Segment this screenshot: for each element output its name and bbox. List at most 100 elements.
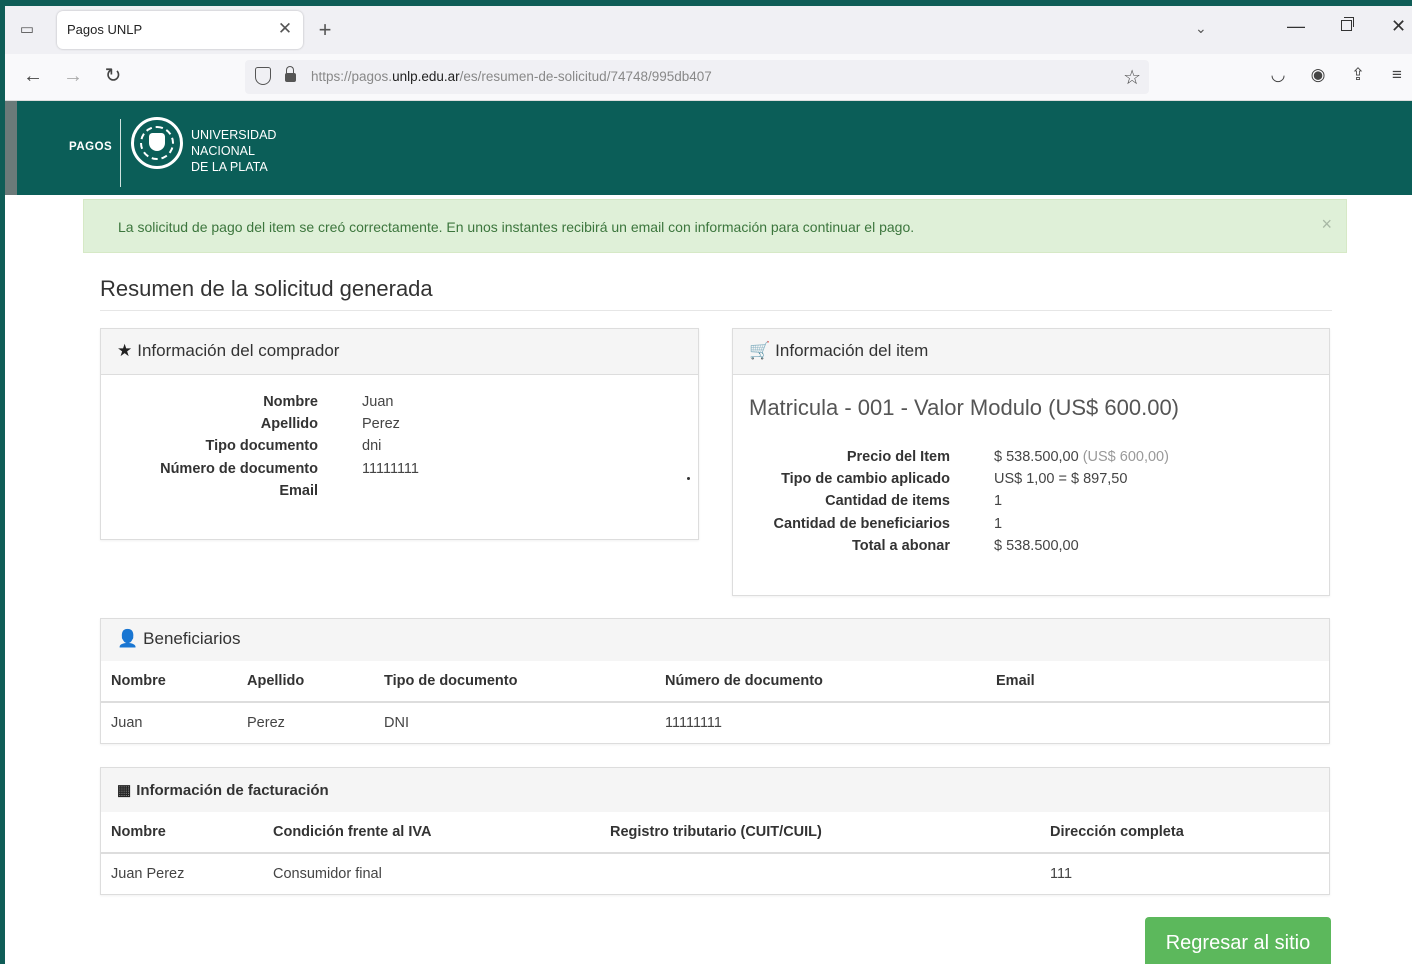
title-divider <box>100 310 1332 311</box>
buyer-fields: Nombre Juan Apellido Perez Tipo documento d… <box>101 391 700 502</box>
item-value: $ 538.500,00 <box>994 449 1079 465</box>
item-row: Cantidad de beneficiarios 1 <box>733 513 1331 535</box>
item-value: $ 538.500,00 <box>994 537 1079 554</box>
column-header: Nombre <box>101 812 263 854</box>
alert-message: La solicitud de pago del item se creó co… <box>118 219 915 235</box>
item-value-extra: (US$ 600,00) <box>1082 449 1169 465</box>
table-cell: Juan Perez <box>111 866 185 882</box>
table-row: Juan Perez DNI 11111111 <box>101 702 1329 743</box>
column-header: Número de documento <box>655 661 986 703</box>
buyer-row: Nombre Juan <box>101 391 700 413</box>
university-name[interactable]: UNIVERSIDAD NACIONAL DE LA PLATA <box>191 127 276 175</box>
item-row: Total a abonar $ 538.500,00 <box>733 535 1331 557</box>
item-panel-header: 🛒 Información del item <box>733 329 1329 375</box>
beneficiaries-panel-header: 👤 Beneficiarios <box>101 619 1329 661</box>
browser-window: ▭ Pagos UNLP ✕ + ⌄ — ✕ ← → ↻ https://pag… <box>5 6 1412 964</box>
menu-icon[interactable]: ≡ <box>1386 65 1408 85</box>
buyer-panel: ★ Información del comprador Nombre Juan Ap… <box>100 328 699 540</box>
buyer-label: Email <box>279 482 318 499</box>
buyer-panel-title: ★ Información del comprador <box>117 341 339 361</box>
table-header-row: Nombre Apellido Tipo de documento Número… <box>101 661 1329 703</box>
buyer-title-text: Información del comprador <box>137 341 340 360</box>
browser-tab[interactable]: Pagos UNLP ✕ <box>57 11 303 49</box>
beneficiaries-table: Nombre Apellido Tipo de documento Número… <box>101 661 1329 743</box>
item-label: Total a abonar <box>851 537 950 554</box>
table-cell: 111 <box>1050 866 1073 882</box>
table-cell: Juan <box>111 715 143 731</box>
success-alert: La solicitud de pago del item se creó co… <box>83 199 1347 253</box>
cart-icon: 🛒 <box>749 341 771 360</box>
restore-button[interactable] <box>1341 17 1354 31</box>
item-panel: 🛒 Información del item Matricula - 001 - … <box>732 328 1330 596</box>
pagos-brand[interactable]: PAGOS <box>69 141 112 153</box>
bookmark-star-icon[interactable]: ☆ <box>1123 65 1141 90</box>
billing-table: Nombre Condición frente al IVA Registro … <box>101 812 1329 894</box>
table-cell <box>600 853 1040 894</box>
minimize-button[interactable]: — <box>1287 16 1305 37</box>
header-edge <box>5 101 17 195</box>
item-fields: Precio del Item $ 538.500,00 (US$ 600,00)… <box>733 446 1331 557</box>
tab-close-icon[interactable]: ✕ <box>275 19 295 39</box>
university-line-3: DE LA PLATA <box>191 160 268 174</box>
university-line-1: UNIVERSIDAD <box>191 128 277 142</box>
navigation-bar: ← → ↻ https://pagos.unlp.edu.ar/es/resum… <box>5 54 1412 101</box>
account-icon[interactable]: ◉ <box>1307 65 1329 85</box>
buyer-row: Número de documento 11111111 <box>101 458 700 480</box>
buyer-row: Apellido Perez <box>101 413 700 435</box>
buyer-value: dni <box>362 438 382 455</box>
item-name: Matricula - 001 - Valor Modulo (US$ 600.… <box>749 395 1180 420</box>
alert-close-icon[interactable]: × <box>1321 214 1332 235</box>
university-seal-logo[interactable] <box>131 117 183 169</box>
column-header: Dirección completa <box>1040 812 1329 854</box>
return-to-site-button[interactable]: Regresar al sitio <box>1145 917 1331 964</box>
column-header: Apellido <box>237 661 374 703</box>
tab-list-icon[interactable]: ▭ <box>17 20 37 40</box>
item-value: 1 <box>994 515 1003 532</box>
url-prefix: https://pagos. <box>311 69 393 84</box>
item-label: Tipo de cambio aplicado <box>781 471 950 488</box>
site-header: PAGOS UNIVERSIDAD NACIONAL DE LA PLATA <box>5 101 1412 195</box>
item-row: Tipo de cambio aplicado US$ 1,00 = $ 897,… <box>733 468 1331 490</box>
forward-arrow-icon[interactable]: → <box>61 64 85 88</box>
pocket-icon[interactable]: ◡ <box>1267 65 1289 85</box>
beneficiaries-title-text: Beneficiarios <box>143 629 241 648</box>
table-cell <box>986 702 1329 743</box>
buyer-value: 11111111 <box>362 460 419 477</box>
extensions-icon[interactable]: ⇪ <box>1347 65 1369 85</box>
user-icon: 👤 <box>117 629 139 648</box>
reload-icon[interactable]: ↻ <box>101 64 125 88</box>
billing-panel-title: ▦ Información de facturación <box>117 781 329 799</box>
chevron-down-icon[interactable]: ⌄ <box>1195 20 1207 37</box>
close-window-button[interactable]: ✕ <box>1391 16 1406 37</box>
column-header: Nombre <box>101 661 237 703</box>
table-cell: Perez <box>247 715 285 731</box>
shield-icon[interactable] <box>255 67 271 85</box>
buyer-value: Juan <box>362 394 394 410</box>
item-row: Precio del Item $ 538.500,00 (US$ 600,00) <box>733 446 1331 468</box>
billing-panel-header: ▦ Información de facturación <box>101 768 1329 812</box>
university-line-2: NACIONAL <box>191 144 255 158</box>
url-path: /es/resumen-de-solicitud/74748/995db407 <box>459 69 712 84</box>
stray-dot <box>687 477 690 480</box>
item-row: Cantidad de items 1 <box>733 490 1331 512</box>
column-header: Email <box>986 661 1329 703</box>
page-title: Resumen de la solicitud generada <box>100 276 433 301</box>
new-tab-button[interactable]: + <box>313 18 337 42</box>
buyer-label: Nombre <box>263 394 318 410</box>
tab-title: Pagos UNLP <box>67 22 143 37</box>
back-arrow-icon[interactable]: ← <box>21 64 45 88</box>
beneficiaries-panel-title: 👤 Beneficiarios <box>117 629 241 649</box>
lock-icon[interactable] <box>285 66 296 82</box>
brand-divider <box>120 119 121 187</box>
url-text[interactable]: https://pagos.unlp.edu.ar/es/resumen-de-… <box>311 69 712 84</box>
item-value: 1 <box>994 493 1003 510</box>
item-label: Cantidad de items <box>825 493 950 510</box>
address-bar[interactable]: https://pagos.unlp.edu.ar/es/resumen-de-… <box>245 60 1149 94</box>
tab-bar: ▭ Pagos UNLP ✕ + ⌄ — ✕ <box>5 6 1412 54</box>
column-header: Registro tributario (CUIT/CUIL) <box>600 812 1040 854</box>
table-cell: 11111111 <box>665 715 722 731</box>
buyer-value: Perez <box>362 416 400 433</box>
table-header-row: Nombre Condición frente al IVA Registro … <box>101 812 1329 854</box>
buyer-row: Email <box>101 480 700 502</box>
item-panel-title: 🛒 Información del item <box>749 341 928 361</box>
